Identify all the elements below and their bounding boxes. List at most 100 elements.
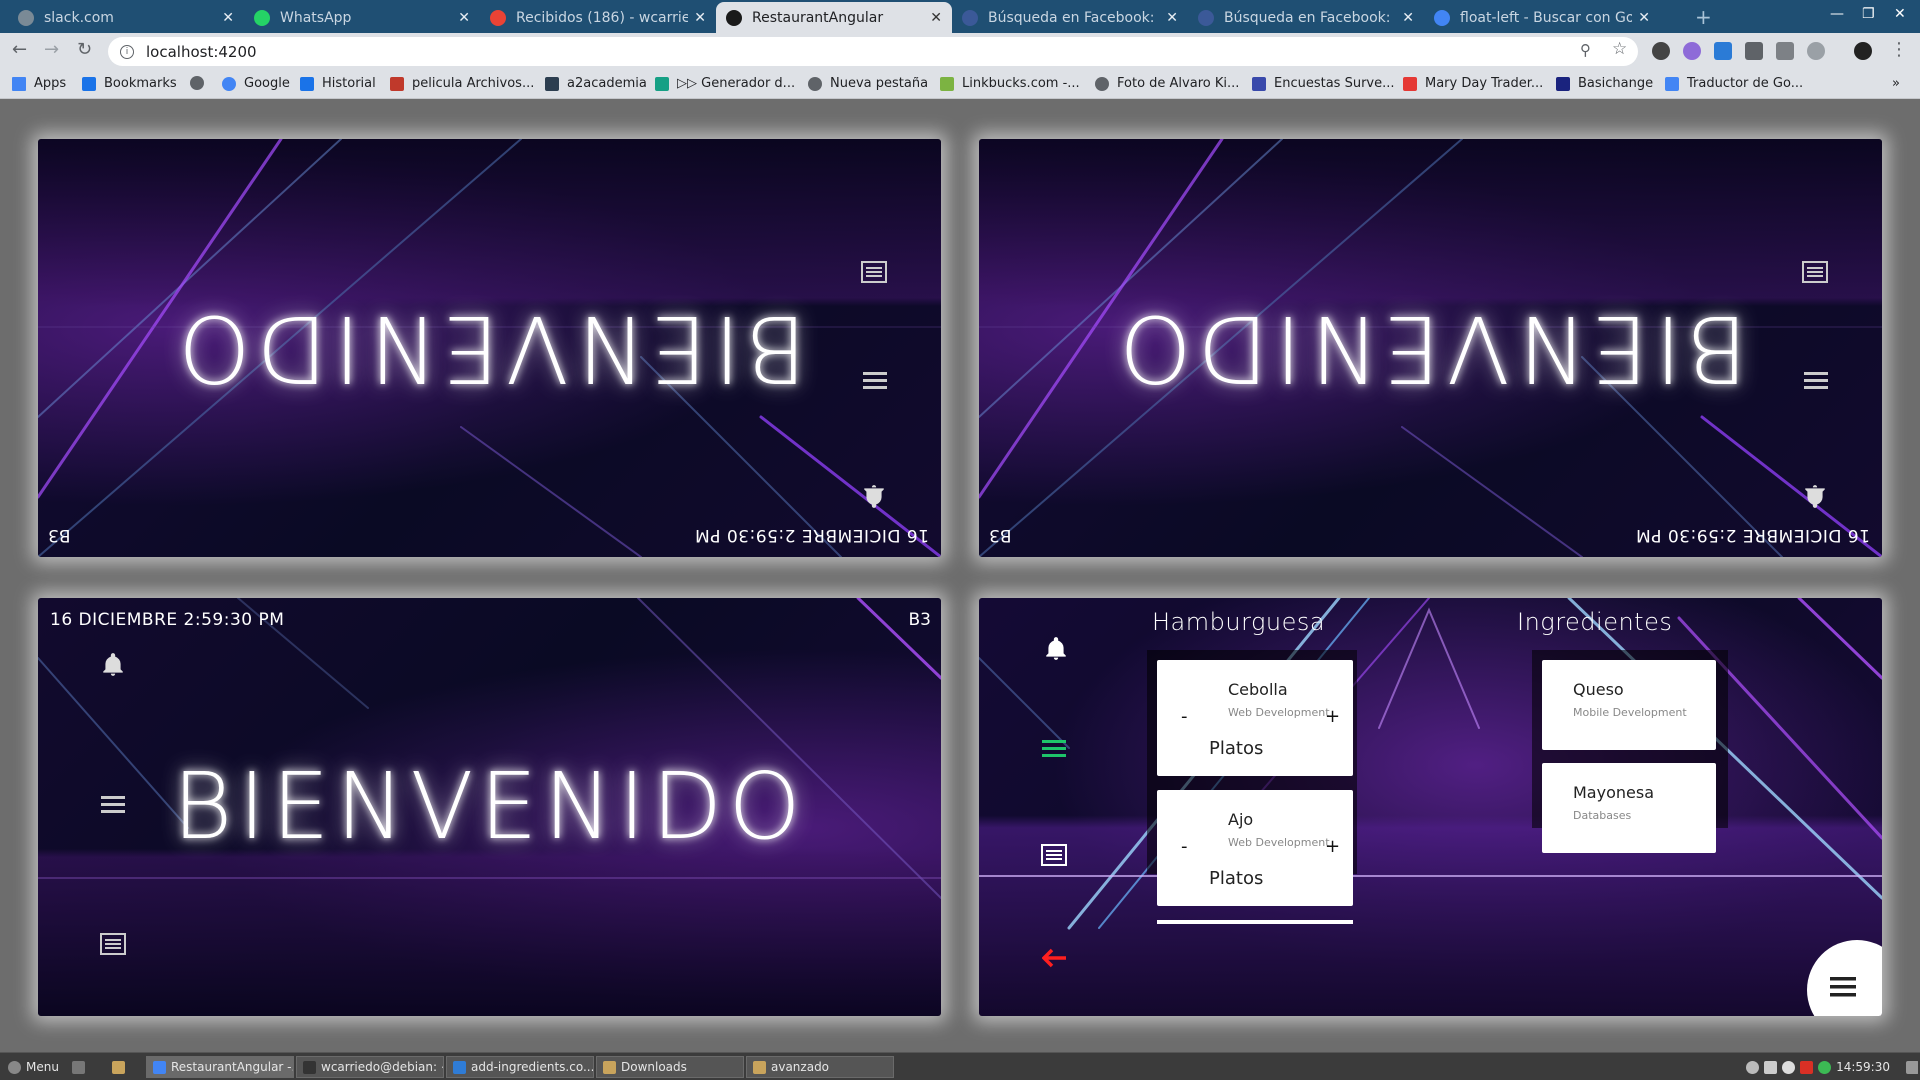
menu-icon[interactable] [863, 367, 887, 391]
list-icon[interactable] [1041, 844, 1067, 870]
bookmark-icon [1665, 76, 1679, 91]
bookmark-item[interactable]: Historial [300, 76, 376, 91]
extension-icon[interactable] [1776, 42, 1794, 60]
network-icon[interactable] [1764, 1060, 1778, 1074]
bookmark-item[interactable]: Bookmarks [82, 76, 177, 91]
extension-icon[interactable] [1714, 42, 1732, 60]
taskbar-window-button[interactable]: wcarriedo@debian: ~ [296, 1056, 444, 1078]
bookmark-item[interactable] [190, 76, 212, 90]
bookmark-item[interactable]: Basichange [1556, 76, 1653, 91]
close-tab-icon[interactable]: ✕ [458, 10, 470, 26]
increase-button[interactable]: + [1325, 706, 1340, 727]
reload-icon[interactable]: ↻ [77, 39, 92, 60]
menu-icon[interactable] [101, 794, 125, 818]
back-arrow-icon[interactable] [1041, 948, 1068, 972]
bookmarks-overflow-icon[interactable]: » [1892, 76, 1900, 91]
browser-tab[interactable]: Búsqueda en Facebook: mar ✕ [1188, 2, 1424, 33]
bookmark-item[interactable]: Nueva pestaña [808, 76, 928, 91]
table-id: B3 [48, 525, 71, 545]
extension-icon[interactable] [1683, 42, 1701, 60]
bookmark-item[interactable]: pelicula Archivos... [390, 76, 534, 91]
browser-tab[interactable]: Recibidos (186) - wcarriedo ✕ [480, 2, 716, 33]
bookmark-item[interactable]: Foto de Alvaro Ki... [1095, 76, 1239, 91]
terminal-launcher-icon[interactable] [66, 1056, 88, 1078]
browser-tab[interactable]: float-left - Buscar con Google ✕ [1424, 2, 1660, 33]
bell-icon[interactable] [1802, 479, 1828, 509]
start-menu-button[interactable]: Menu [2, 1056, 59, 1078]
order-item-card[interactable]: Ajo Web Development - + Platos [1157, 790, 1353, 906]
bookmark-item[interactable]: Google [222, 76, 290, 91]
bookmark-item[interactable]: Traductor de Go... [1665, 76, 1803, 91]
bookmark-item[interactable]: Linkbucks.com -... [940, 76, 1080, 91]
back-icon[interactable]: ← [12, 39, 27, 60]
bookmark-item[interactable]: ▷▷ Generador d... [655, 76, 795, 91]
taskbar-window-button[interactable]: add-ingredients.co... [446, 1056, 594, 1078]
update-icon[interactable] [1818, 1060, 1832, 1074]
list-icon[interactable] [1802, 257, 1828, 283]
increase-button[interactable]: + [1325, 836, 1340, 857]
close-tab-icon[interactable]: ✕ [1638, 10, 1650, 26]
browser-tab[interactable]: Búsqueda en Facebook: Fac ✕ [952, 2, 1188, 33]
bookmark-label: ▷▷ Generador d... [677, 76, 796, 91]
bookmark-item[interactable]: Mary Day Trader... [1403, 76, 1543, 91]
bookmark-item[interactable]: a2academia [545, 76, 647, 91]
menu-icon[interactable] [1804, 367, 1828, 391]
bookmark-star-icon[interactable]: ☆ [1612, 39, 1627, 59]
order-item-card[interactable]: Cebolla Web Development - + Platos [1157, 660, 1353, 776]
profile-avatar[interactable] [1854, 42, 1872, 60]
browser-tab[interactable]: slack.com ✕ [8, 2, 244, 33]
date-time: 16 DICIEMBRE 2:59:30 PM [1635, 525, 1870, 545]
welcome-title: BIENVENIDO [1113, 295, 1748, 402]
extension-icon[interactable] [1652, 42, 1670, 60]
bell-icon[interactable] [100, 652, 126, 682]
new-tab-button[interactable]: + [1695, 5, 1712, 29]
menu-dots-icon[interactable]: ⋮ [1890, 39, 1908, 60]
table-id: B3 [908, 610, 931, 630]
extension-icon[interactable] [1807, 42, 1825, 60]
taskbar-window-title: RestaurantAngular -... [171, 1060, 294, 1074]
menu-icon-active[interactable] [1042, 738, 1066, 762]
taskbar-window-button[interactable]: RestaurantAngular -... [146, 1056, 294, 1078]
taskbar-window-button[interactable]: Downloads [596, 1056, 744, 1078]
taskbar-window-button[interactable]: avanzado [746, 1056, 894, 1078]
bookmark-icon [1403, 76, 1417, 91]
files-launcher-icon[interactable] [106, 1056, 128, 1078]
address-bar[interactable]: i localhost:4200 [108, 37, 1638, 66]
gear-icon [8, 1060, 21, 1074]
item-name: Ajo [1228, 810, 1254, 829]
ingredient-card[interactable]: Mayonesa Databases [1542, 763, 1716, 853]
close-tab-icon[interactable]: ✕ [694, 10, 706, 26]
site-info-icon[interactable]: i [120, 44, 134, 59]
settings-icon[interactable] [1782, 1060, 1796, 1074]
close-tab-icon[interactable]: ✕ [930, 10, 942, 26]
user-icon[interactable] [1746, 1060, 1760, 1074]
zoom-icon[interactable]: ⚲ [1580, 41, 1591, 59]
bookmarks-bar: Apps Bookmarks Google Historial pelicula Arc… [0, 70, 1920, 99]
angular-icon [726, 9, 742, 26]
close-tab-icon[interactable]: ✕ [1166, 10, 1178, 26]
close-tab-icon[interactable]: ✕ [222, 10, 234, 26]
ingredient-card[interactable]: Queso Mobile Development [1542, 660, 1716, 750]
browser-tab[interactable]: WhatsApp ✕ [244, 2, 480, 33]
minimize-icon[interactable]: — [1830, 6, 1844, 22]
browser-tab[interactable]: RestaurantAngular ✕ [716, 2, 952, 33]
bell-icon[interactable] [1043, 636, 1069, 666]
list-icon[interactable] [861, 257, 887, 283]
folder-icon [753, 1060, 766, 1074]
close-tab-icon[interactable]: ✕ [1402, 10, 1414, 26]
bell-icon[interactable] [861, 479, 887, 509]
bookmark-item[interactable]: Encuestas Surve... [1252, 76, 1395, 91]
extension-icon[interactable] [1745, 42, 1763, 60]
tab-title: Búsqueda en Facebook: mar [1224, 9, 1396, 26]
decrease-button[interactable]: - [1181, 706, 1188, 727]
restore-icon[interactable]: ❐ [1862, 6, 1875, 22]
mail-icon[interactable] [1800, 1060, 1814, 1074]
tab-title: Recibidos (186) - wcarriedo [516, 9, 689, 26]
list-icon[interactable] [100, 933, 126, 959]
bookmark-item[interactable]: Apps [12, 76, 66, 91]
decrease-button[interactable]: - [1181, 836, 1188, 857]
show-desktop-icon[interactable] [1900, 1056, 1918, 1078]
close-window-icon[interactable]: ✕ [1894, 6, 1906, 22]
bookmark-icon [82, 76, 96, 91]
forward-icon[interactable]: → [44, 39, 59, 60]
